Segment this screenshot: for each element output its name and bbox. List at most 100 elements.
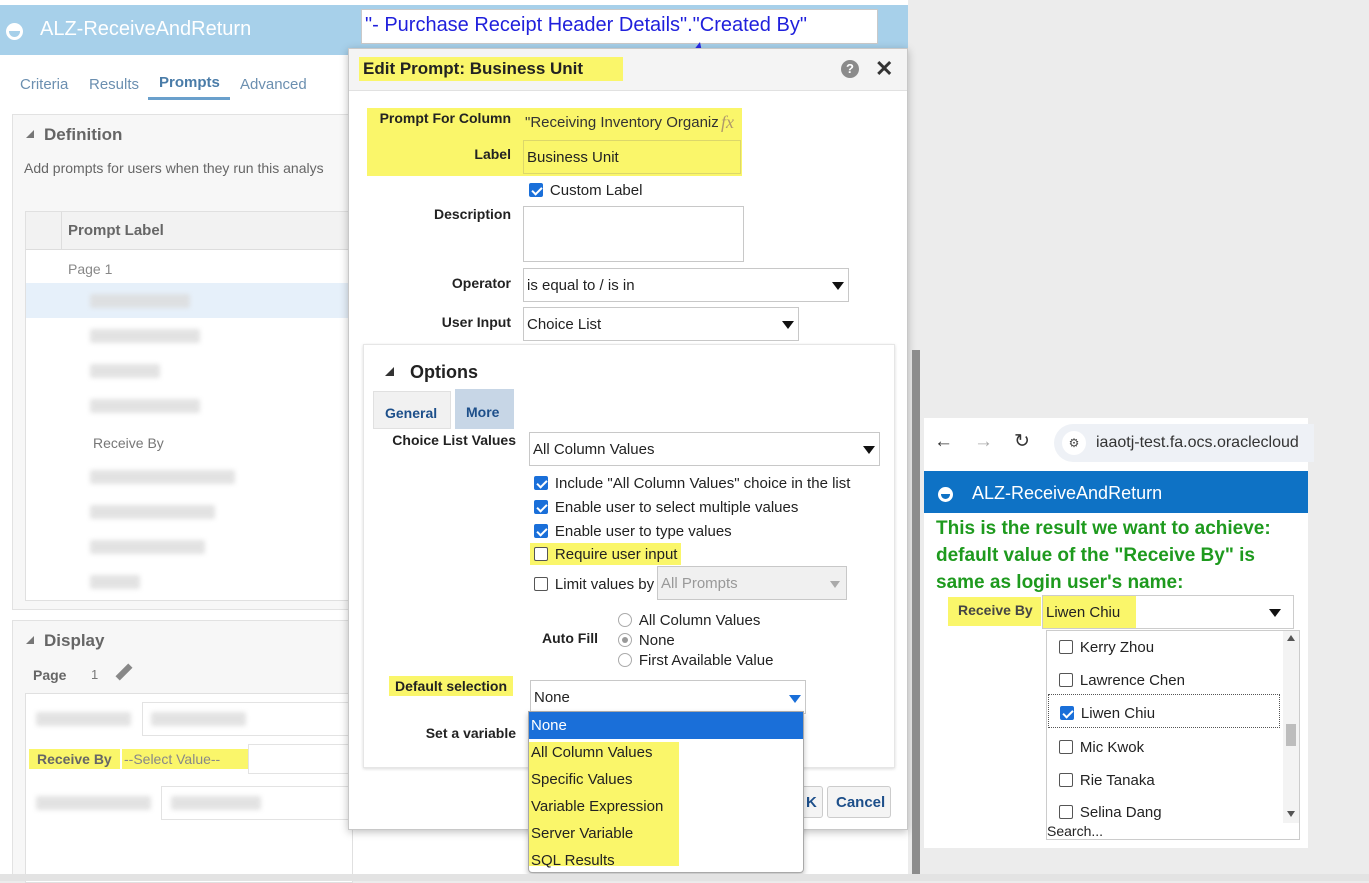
multiple-values-checkbox[interactable]: Enable user to select multiple values — [534, 498, 798, 516]
checkbox-icon — [529, 183, 543, 198]
dropdown-option-none[interactable]: None — [529, 712, 803, 739]
auto-fill-none[interactable]: None — [618, 631, 675, 649]
limit-values-select[interactable]: All Prompts — [657, 566, 847, 600]
back-icon[interactable]: ← — [934, 431, 953, 453]
display-header: Display — [44, 631, 105, 650]
default-selection-dropdown: None All Column Values Specific Values V… — [528, 711, 804, 873]
radio-icon — [618, 633, 632, 648]
require-input-checkbox[interactable]: Require user input — [530, 543, 682, 565]
scroll-thumb[interactable] — [1286, 724, 1296, 746]
search-link[interactable]: Search... — [1047, 823, 1103, 839]
auto-fill-all[interactable]: All Column Values — [618, 611, 760, 629]
list-item[interactable]: Lawrence Chen — [1059, 671, 1185, 689]
app-logo-icon — [6, 23, 23, 40]
chevron-down-icon — [1269, 609, 1281, 617]
blurred-row — [90, 364, 160, 378]
limit-values-checkbox[interactable]: Limit values by — [534, 575, 654, 593]
blurred-row — [90, 294, 190, 308]
checkbox-icon — [1059, 805, 1073, 820]
bottom-edge — [0, 874, 1369, 881]
prompts-table: Prompt Label Page 1 Receive By — [25, 211, 354, 601]
page-scrollbar[interactable] — [912, 350, 920, 881]
blurred-row — [90, 540, 205, 554]
col-prompt-label: Prompt Label — [68, 222, 164, 239]
cancel-button[interactable]: Cancel — [827, 786, 891, 818]
checkbox-icon — [534, 524, 548, 539]
dropdown-option-all-column-values[interactable]: All Column Values — [531, 744, 652, 761]
default-selection-select[interactable]: None — [530, 680, 806, 714]
fx-icon[interactable]: fx — [721, 112, 734, 133]
collapse-icon[interactable] — [26, 636, 34, 644]
tab-more[interactable]: More — [455, 389, 514, 429]
scroll-up-icon[interactable] — [1287, 635, 1295, 641]
browser-app-title: ALZ-ReceiveAndReturn — [972, 483, 1163, 503]
blurred-row — [90, 470, 235, 484]
dropdown-option-variable-expression[interactable]: Variable Expression — [531, 798, 663, 815]
checkbox-icon — [534, 500, 548, 515]
blurred-row — [151, 712, 246, 726]
dropdown-option-specific-values[interactable]: Specific Values — [531, 771, 632, 788]
list-item[interactable]: Kerry Zhou — [1059, 638, 1154, 656]
include-all-checkbox[interactable]: Include "All Column Values" choice in th… — [534, 474, 850, 492]
list-item[interactable]: Rie Tanaka — [1059, 771, 1155, 789]
collapse-icon[interactable] — [26, 130, 34, 138]
description-label: Description — [433, 206, 511, 222]
reload-icon[interactable]: ↻ — [1014, 430, 1030, 453]
custom-label-checkbox[interactable]: Custom Label — [529, 181, 642, 199]
receive-by-list: Kerry Zhou Lawrence Chen Liwen Chiu Mic … — [1046, 630, 1300, 840]
options-section: Options General More Choice List Values … — [363, 344, 895, 768]
tab-results[interactable]: Results — [89, 76, 139, 93]
checkbox-icon — [534, 577, 548, 592]
collapse-icon[interactable] — [385, 367, 394, 376]
blurred-row — [36, 712, 131, 726]
blurred-row — [90, 399, 200, 413]
tab-general[interactable]: General — [373, 391, 451, 429]
auto-fill-first[interactable]: First Available Value — [618, 651, 773, 669]
user-input-select[interactable]: Choice List — [523, 307, 799, 341]
description-field[interactable] — [523, 206, 744, 262]
dialog-titlebar: Edit Prompt: Business Unit ? ✕ — [349, 49, 907, 91]
choice-list-select[interactable]: All Column Values — [529, 432, 880, 466]
dropdown-option-server-variable[interactable]: Server Variable — [531, 825, 633, 842]
dropdown-option-sql-results[interactable]: SQL Results — [531, 852, 615, 869]
close-icon[interactable]: ✕ — [875, 56, 893, 82]
set-variable-label: Set a variable — [425, 725, 516, 741]
checkbox-icon — [1059, 740, 1073, 755]
app-logo-icon — [938, 487, 953, 502]
tab-advanced[interactable]: Advanced — [240, 76, 307, 93]
type-values-checkbox[interactable]: Enable user to type values — [534, 522, 732, 540]
url-text[interactable]: iaaotj-test.fa.ocs.oraclecloud — [1096, 434, 1299, 452]
help-icon[interactable]: ? — [841, 60, 859, 78]
radio-icon — [618, 653, 632, 668]
scroll-down-icon[interactable] — [1287, 811, 1295, 817]
preview-receive-by-select[interactable]: --Select Value-- — [122, 749, 248, 769]
list-scrollbar[interactable] — [1283, 631, 1299, 823]
chevron-down-icon — [863, 446, 875, 454]
checkbox-icon — [1060, 706, 1074, 721]
table-row-selected[interactable] — [26, 283, 354, 318]
label-field[interactable]: Business Unit — [523, 140, 741, 174]
page-label: Page — [33, 667, 67, 683]
list-item[interactable]: Selina Dang — [1059, 803, 1162, 821]
pencil-icon[interactable] — [115, 663, 133, 681]
label-label: Label — [474, 146, 511, 162]
forward-icon[interactable]: → — [974, 431, 993, 453]
address-bar[interactable]: ⚙ iaaotj-test.fa.ocs.oraclecloud — [1054, 424, 1314, 462]
list-item[interactable]: Mic Kwok — [1059, 738, 1144, 756]
prompt-for-column-label: Prompt For Column — [379, 110, 511, 126]
table-row-receive-by[interactable]: Receive By — [93, 435, 164, 451]
list-item-selected[interactable]: Liwen Chiu — [1048, 694, 1280, 728]
result-note: This is the result we want to achieve: d… — [936, 518, 1271, 593]
tab-prompts[interactable]: Prompts — [159, 74, 220, 91]
preview-receive-by-label: Receive By — [29, 749, 120, 769]
default-selection-label: Default selection — [389, 676, 514, 696]
prompt-for-column-field[interactable]: "Receiving Inventory Organiz fx — [523, 109, 741, 137]
chevron-down-icon — [832, 282, 844, 290]
blurred-row — [90, 505, 215, 519]
checkbox-icon — [534, 547, 548, 562]
operator-select[interactable]: is equal to / is in — [523, 268, 849, 302]
site-settings-icon[interactable]: ⚙ — [1062, 431, 1086, 455]
tab-criteria[interactable]: Criteria — [20, 76, 68, 93]
blurred-row — [90, 575, 140, 589]
receive-by-select[interactable]: Liwen Chiu — [1042, 595, 1294, 629]
